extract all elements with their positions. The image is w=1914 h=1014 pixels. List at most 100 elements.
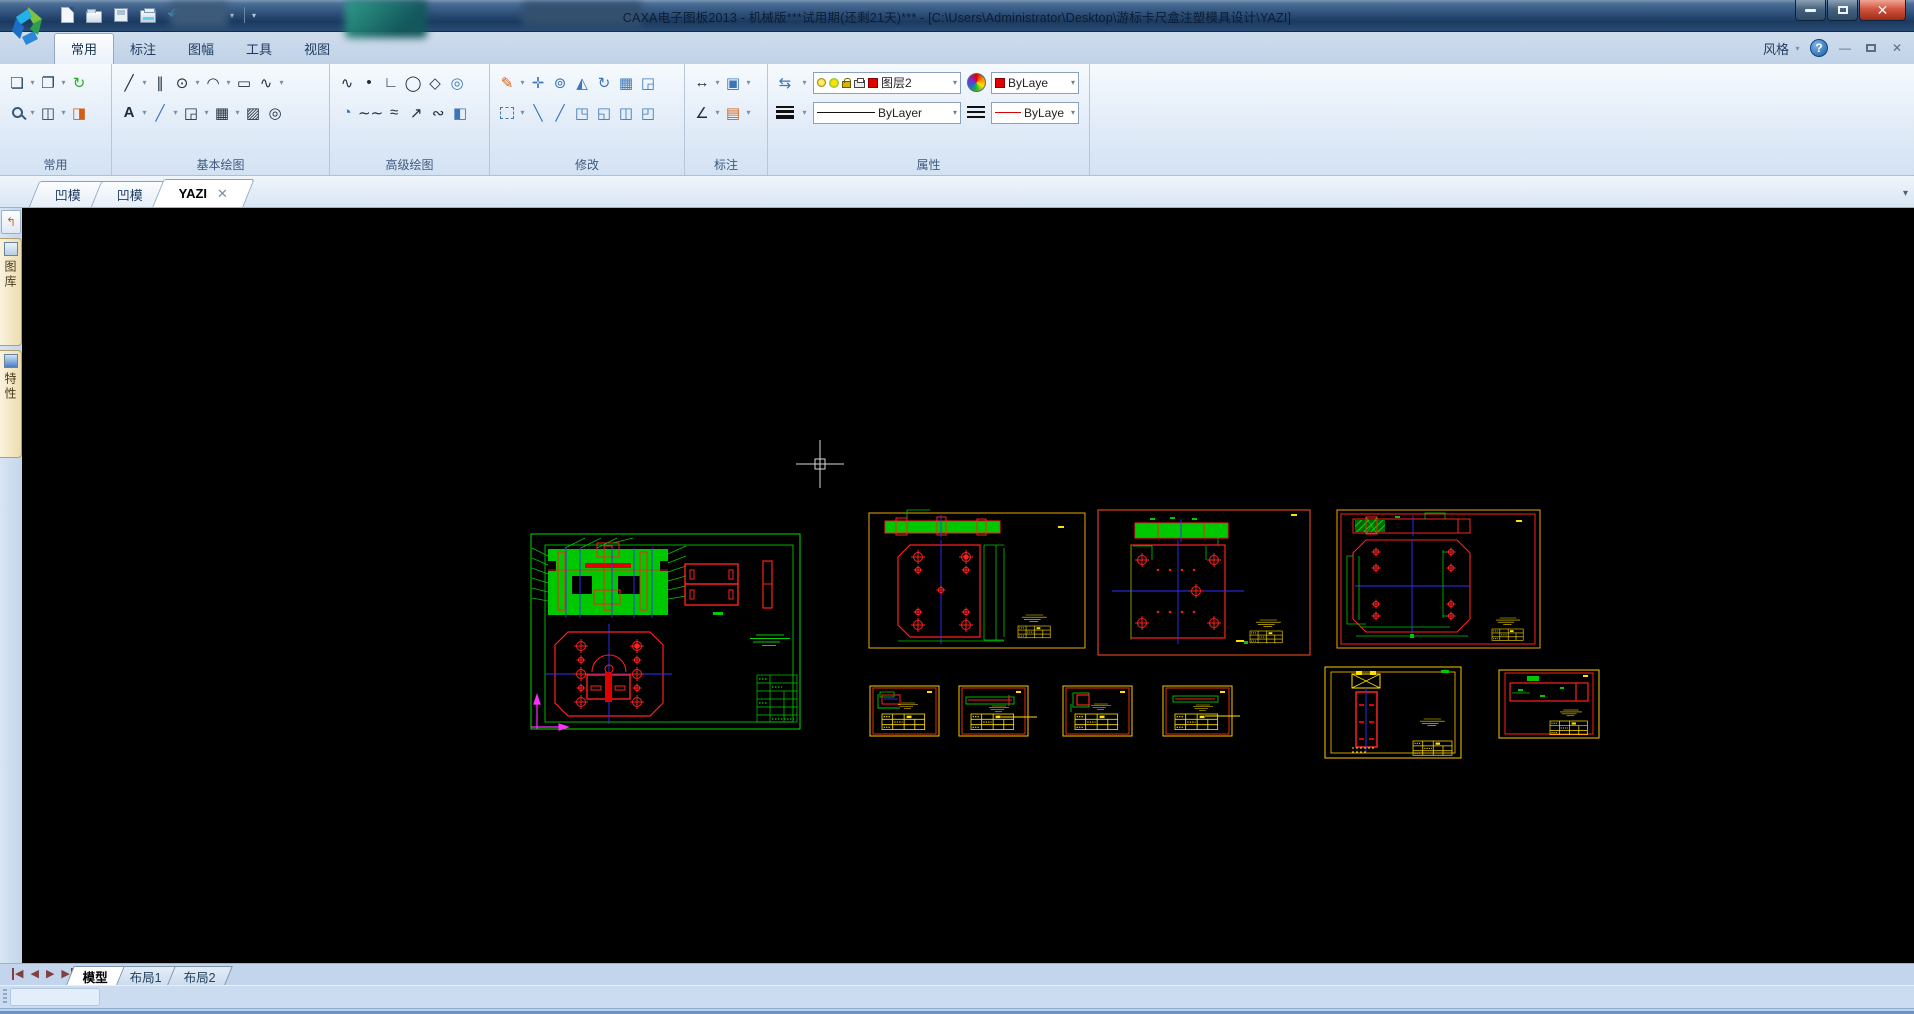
linestyle-combo[interactable]: ByLayer ▾ bbox=[813, 102, 961, 124]
trim-icon[interactable]: ╲ bbox=[527, 100, 549, 125]
extend-icon[interactable]: ╱ bbox=[549, 100, 571, 125]
sidebar-tab-library[interactable]: 图库 bbox=[0, 238, 22, 346]
coordinate-dim-icon[interactable]: ▣ bbox=[722, 70, 744, 95]
hatch-icon[interactable]: ▨ bbox=[242, 100, 264, 125]
stretch-icon[interactable]: ◳ bbox=[571, 100, 593, 125]
first-sheet-icon[interactable]: ◀ bbox=[12, 967, 23, 980]
text-dropdown-icon[interactable]: ▾ bbox=[140, 108, 149, 117]
parallel-line-icon[interactable]: ∥ bbox=[149, 70, 171, 95]
mirror-icon[interactable]: ◭ bbox=[571, 70, 593, 95]
block-dropdown-icon[interactable]: ▾ bbox=[202, 108, 211, 117]
mdi-minimize-icon[interactable]: — bbox=[1836, 41, 1854, 55]
pan-icon[interactable]: ◨ bbox=[68, 100, 90, 125]
ribbon-tab-common[interactable]: 常用 bbox=[54, 33, 114, 64]
ribbon-tab-sheet[interactable]: 图幅 bbox=[172, 34, 230, 64]
wave-line-icon[interactable]: ∼∼ bbox=[358, 100, 383, 125]
regenerate-icon[interactable]: ↻ bbox=[68, 70, 90, 95]
sidebar-pin-icon[interactable]: ↰ bbox=[1, 210, 21, 234]
paste-icon[interactable]: ❏ bbox=[6, 70, 28, 95]
sheet-tab-layout2[interactable]: 布局2 bbox=[167, 966, 233, 985]
line-width-icon[interactable] bbox=[774, 100, 796, 125]
zoom-dropdown-icon[interactable]: ▾ bbox=[28, 108, 37, 117]
drawing-part-small-2[interactable] bbox=[959, 686, 1037, 736]
two-point-circle-icon[interactable]: ◎ bbox=[446, 70, 468, 95]
drawing-part-small-1[interactable] bbox=[870, 686, 939, 736]
angle-dim-dropdown-icon[interactable]: ▾ bbox=[713, 108, 722, 117]
edit-dim-icon[interactable]: ▤ bbox=[722, 100, 744, 125]
drawing-canvas[interactable] bbox=[22, 208, 1914, 963]
sketch-line-icon[interactable]: ╱ bbox=[149, 100, 171, 125]
style-menu-button[interactable]: 风格▾ bbox=[1763, 39, 1802, 58]
command-input[interactable] bbox=[10, 988, 100, 1006]
ellipse-icon[interactable]: ◯ bbox=[402, 70, 424, 95]
dimension-icon[interactable]: ↔ bbox=[691, 70, 713, 95]
drawing-support-plate[interactable] bbox=[1337, 510, 1540, 648]
angle-dim-icon[interactable]: ∠ bbox=[691, 100, 713, 125]
copy-entity-icon[interactable]: ⊚ bbox=[549, 70, 571, 95]
copy-dropdown-icon[interactable]: ▾ bbox=[59, 78, 68, 87]
drawing-part-small-4[interactable] bbox=[1163, 686, 1240, 736]
region-icon[interactable]: ◎ bbox=[264, 100, 286, 125]
maximize-button[interactable] bbox=[1827, 0, 1858, 21]
sketch-line-dropdown-icon[interactable]: ▾ bbox=[171, 108, 180, 117]
contour-icon[interactable]: ∾ bbox=[427, 100, 449, 125]
next-sheet-icon[interactable]: ▶ bbox=[46, 967, 54, 980]
point-icon[interactable]: • bbox=[358, 70, 380, 95]
explode-icon[interactable]: ◫ bbox=[615, 100, 637, 125]
color-combo[interactable]: ByLaye ▾ bbox=[991, 72, 1079, 94]
revolve-icon[interactable]: ◔ bbox=[336, 100, 358, 125]
rotate-icon[interactable]: ↻ bbox=[593, 70, 615, 95]
rectangle-icon[interactable]: ▭ bbox=[233, 70, 255, 95]
drawing-fixed-plate[interactable] bbox=[1098, 510, 1310, 655]
arrow-icon[interactable]: ↗ bbox=[405, 100, 427, 125]
line-color-combo[interactable]: ByLaye ▾ bbox=[991, 102, 1079, 124]
close-button[interactable]: ✕ bbox=[1859, 0, 1906, 21]
paste-special-dropdown-icon[interactable]: ▾ bbox=[59, 108, 68, 117]
copy-icon[interactable]: ❐ bbox=[37, 70, 59, 95]
layer-combo[interactable]: 图层2 ▾ bbox=[813, 72, 961, 94]
circle-dropdown-icon[interactable]: ▾ bbox=[193, 78, 202, 87]
sheet-tab-model[interactable]: 模型 bbox=[66, 966, 125, 985]
doc-tabs-overflow-icon[interactable]: ▾ bbox=[1903, 188, 1908, 199]
prev-sheet-icon[interactable]: ◀ bbox=[30, 967, 38, 980]
drawing-mold-assembly[interactable] bbox=[531, 534, 800, 730]
drawing-bar-plate[interactable] bbox=[1499, 670, 1599, 738]
ribbon-tab-tools[interactable]: 工具 bbox=[230, 34, 288, 64]
caxa-logo-icon[interactable] bbox=[8, 3, 48, 49]
dimension-dropdown-icon[interactable]: ▾ bbox=[713, 78, 722, 87]
block-icon[interactable]: ◲ bbox=[180, 100, 202, 125]
color-wheel-icon[interactable] bbox=[965, 70, 987, 95]
move-icon[interactable]: ✛ bbox=[527, 70, 549, 95]
mdi-restore-icon[interactable] bbox=[1862, 41, 1880, 55]
fillet-icon[interactable]: ◰ bbox=[637, 100, 659, 125]
arc-icon[interactable]: ◠ bbox=[202, 70, 224, 95]
close-tab-icon[interactable]: ✕ bbox=[217, 186, 228, 201]
crop-dropdown-icon[interactable]: ▾ bbox=[518, 108, 527, 117]
command-bar-grip[interactable] bbox=[3, 989, 7, 1005]
mdi-close-icon[interactable]: ✕ bbox=[1888, 41, 1906, 55]
scale-icon[interactable]: ◲ bbox=[637, 70, 659, 95]
doc-tab-yazi[interactable]: YAZI✕ bbox=[152, 179, 255, 207]
drawing-part-small-3[interactable] bbox=[1063, 686, 1132, 736]
spline-icon[interactable]: ∿ bbox=[255, 70, 277, 95]
coordinate-dim-dropdown-icon[interactable]: ▾ bbox=[744, 78, 753, 87]
circle-icon[interactable]: ⊙ bbox=[171, 70, 193, 95]
curve-icon[interactable]: ∿ bbox=[336, 70, 358, 95]
line-width-dropdown-icon[interactable]: ▾ bbox=[800, 108, 809, 117]
array-icon[interactable]: ▦ bbox=[615, 70, 637, 95]
minimize-button[interactable] bbox=[1795, 0, 1826, 21]
sidebar-tab-properties[interactable]: 特性 bbox=[0, 350, 22, 458]
drawing-ejector-pin-plate[interactable] bbox=[1325, 667, 1461, 758]
ribbon-tab-dimension[interactable]: 标注 bbox=[114, 34, 172, 64]
polygon-icon[interactable]: ◇ bbox=[424, 70, 446, 95]
paste-special-icon[interactable]: ◫ bbox=[37, 100, 59, 125]
zoom-icon[interactable] bbox=[6, 100, 28, 125]
line-dropdown-icon[interactable]: ▾ bbox=[140, 78, 149, 87]
paste-dropdown-icon[interactable]: ▾ bbox=[28, 78, 37, 87]
drawing-moving-plate[interactable] bbox=[869, 510, 1085, 648]
layer-manager-dropdown-icon[interactable]: ▾ bbox=[800, 78, 809, 87]
layer-manager-icon[interactable]: ⇆ bbox=[774, 70, 796, 95]
crop-icon[interactable] bbox=[496, 100, 518, 125]
break-line-icon[interactable]: ≈ bbox=[383, 100, 405, 125]
solid-fill-icon[interactable]: ◧ bbox=[449, 100, 471, 125]
